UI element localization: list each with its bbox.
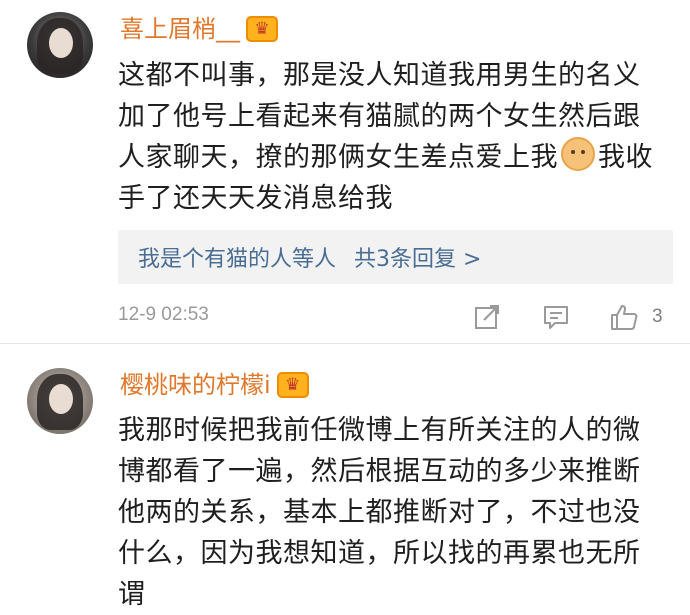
comment-item: 喜上眉梢__ ♛ 这都不叫事，那是没人知道我用男生的名义 加了他号上看起来有猫腻…: [0, 0, 690, 344]
reply-preview-box[interactable]: 我是个有猫的人 等人 共3条回复 >: [118, 230, 673, 284]
avatar-face: [49, 384, 73, 414]
comment-actions-row: 12-9 02:53 3: [0, 298, 690, 338]
comment-line: 我那时候把我前任微博上有所关注的人的微: [118, 415, 641, 446]
comment-line: 手了还天天发消息给我: [118, 183, 393, 214]
username-text: 喜上眉梢__: [120, 15, 240, 43]
comment-line: 加了他号上看起来有猫腻的两个女生然后跟: [118, 101, 641, 132]
comment-text: 我那时候把我前任微博上有所关注的人的微 博都看了一遍，然后根据互动的多少来推断 …: [118, 410, 678, 615]
comment-line-part: 人家聊天，撩的那俩女生差点爱上我: [118, 142, 558, 173]
comment-text: 这都不叫事，那是没人知道我用男生的名义 加了他号上看起来有猫腻的两个女生然后跟 …: [118, 55, 678, 219]
avatar[interactable]: [27, 12, 93, 78]
comment-line: 他两的关系，基本上都推断对了，不过也没: [118, 497, 641, 528]
comment-line-part: 我收: [598, 142, 653, 173]
avatar[interactable]: [27, 368, 93, 434]
reply-count-link[interactable]: 共3条回复 >: [354, 241, 481, 273]
crown-icon: ♛: [246, 16, 278, 42]
comment-line: 这都不叫事，那是没人知道我用男生的名义: [118, 60, 641, 91]
username-link[interactable]: 喜上眉梢__ ♛: [120, 14, 278, 44]
cat-face-emoji-icon: [561, 137, 595, 171]
reply-suffix: 等人: [292, 247, 337, 272]
divider: [0, 343, 690, 344]
comment-line: 谓: [118, 579, 146, 610]
share-icon[interactable]: [472, 302, 502, 332]
like-thumb-icon[interactable]: [609, 302, 639, 332]
username-link[interactable]: 樱桃味的柠檬i ♛: [120, 370, 309, 400]
comment-line: 什么，因为我想知道，所以找的再累也无所: [118, 538, 641, 569]
avatar-face: [49, 28, 73, 58]
username-text: 樱桃味的柠檬i: [120, 371, 271, 399]
comment-line: 博都看了一遍，然后根据互动的多少来推断: [118, 456, 641, 487]
crown-icon: ♛: [276, 372, 309, 398]
comment-line: 人家聊天，撩的那俩女生差点爱上我 我收: [118, 137, 678, 178]
reply-username-link[interactable]: 我是个有猫的人: [138, 241, 292, 273]
timestamp: 12-9 02:53: [118, 304, 209, 325]
like-count: 3: [652, 306, 663, 327]
comment-item: 樱桃味的柠檬i ♛ 我那时候把我前任微博上有所关注的人的微 博都看了一遍，然后根…: [0, 350, 690, 610]
comment-icon[interactable]: [541, 302, 571, 332]
